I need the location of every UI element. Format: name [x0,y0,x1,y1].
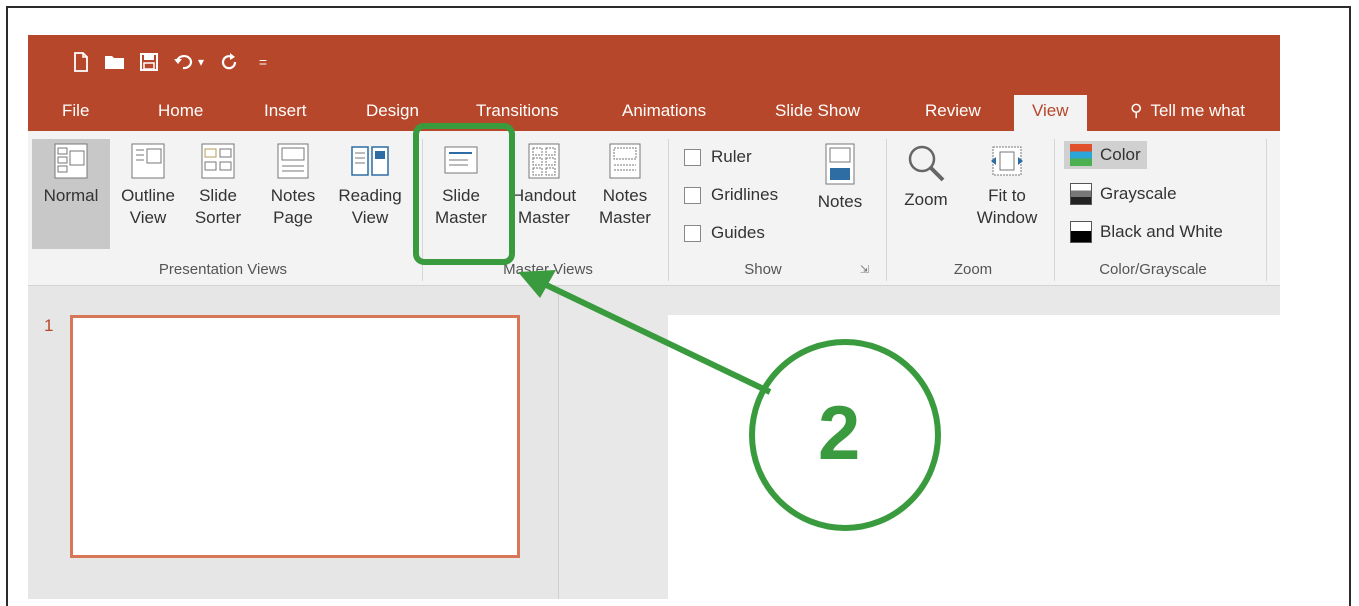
group-separator [886,139,887,281]
new-file-icon[interactable] [64,47,98,77]
tab-insert[interactable]: Insert [264,101,307,121]
black-and-white-label: Black and White [1100,222,1223,241]
master-views-label: Master Views [503,261,593,278]
notes-master-label-2: Master [599,208,651,227]
title-bar: ▾ = [28,35,1280,91]
show-dialog-launcher-icon[interactable]: ⇲ [860,263,869,276]
slide-sorter-button[interactable]: Slide Sorter [188,143,248,229]
guides-checkbox[interactable]: Guides [684,223,765,243]
tab-design[interactable]: Design [366,101,419,121]
tab-view[interactable]: View [1014,95,1087,131]
group-separator [1054,139,1055,281]
tab-animations[interactable]: Animations [622,101,706,121]
quick-access-toolbar: ▾ = [64,47,280,77]
zoom-label: Zoom [904,190,948,209]
guides-checkbox-box[interactable] [684,224,701,242]
black-white-swatch-icon [1070,221,1092,243]
presentation-views-label: Presentation Views [158,261,288,278]
handout-master-label-2: Master [518,208,570,227]
outline-view-icon [131,143,165,179]
gridlines-checkbox[interactable]: Gridlines [684,185,778,205]
group-separator [1266,139,1267,281]
undo-icon[interactable]: ▾ [166,47,212,77]
annotation-step-number: 2 [818,391,861,476]
ribbon-view: Normal Outline View Slide Sorter Notes P… [28,131,1280,286]
outline-view-button[interactable]: Outline View [114,143,182,229]
reading-view-icon [351,146,389,176]
notes-button[interactable]: Notes [810,143,870,213]
notes-label: Notes [817,192,863,211]
tab-review[interactable]: Review [925,101,981,121]
fit-to-window-icon [991,146,1023,176]
reading-view-button[interactable]: Reading View [332,143,408,229]
tab-slide-show[interactable]: Slide Show [775,101,860,121]
normal-view-button[interactable]: Normal [32,139,110,249]
guides-label: Guides [711,223,765,242]
slide-sorter-label-2: Sorter [194,208,242,227]
tab-transitions[interactable]: Transitions [476,101,559,121]
slide-sorter-icon [201,143,235,179]
fit-label-1: Fit to [988,186,1026,205]
group-separator [668,139,669,281]
show-label: Show [744,261,782,278]
ruler-label: Ruler [711,147,752,166]
powerpoint-window: ▾ = File Home Insert Design Transitions … [28,35,1280,599]
save-icon[interactable] [132,47,166,77]
slide-number: 1 [44,316,54,335]
notes-page-icon [277,143,309,179]
ribbon-tabs: File Home Insert Design Transitions Anim… [28,91,1280,131]
notes-page-label-2: Page [273,208,313,227]
notes-icon [825,143,855,185]
grayscale-option[interactable]: Grayscale [1070,183,1177,205]
undo-dropdown-icon[interactable]: ▾ [198,55,204,69]
slide-master-label-1: Slide [442,186,480,205]
gridlines-checkbox-box[interactable] [684,186,701,204]
slide-thumbnail-pane: 1 [28,286,559,599]
notes-master-icon [609,143,641,179]
slide-thumbnail[interactable] [70,315,520,558]
tell-me-text: Tell me what [1150,101,1245,120]
handout-master-label-1: Handout [511,186,577,205]
grayscale-label: Grayscale [1100,184,1177,203]
outline-label-2: View [129,208,167,227]
color-swatch-icon [1070,144,1092,166]
slide-master-icon [444,146,478,174]
reading-view-label-2: View [351,208,389,227]
group-separator [422,139,423,281]
open-folder-icon[interactable] [98,47,132,77]
lightbulb-icon: ⚲ [1130,101,1143,120]
notes-page-button[interactable]: Notes Page [262,143,324,229]
zoom-group-label: Zoom [953,261,993,278]
ruler-checkbox-box[interactable] [684,148,701,166]
redo-icon[interactable] [212,47,246,77]
color-label: Color [1100,145,1141,164]
customize-qat-icon[interactable]: = [246,47,280,77]
notes-master-button[interactable]: Notes Master [592,143,658,229]
slide-master-label-2: Master [435,208,487,227]
fit-label-2: Window [976,208,1038,227]
reading-view-label-1: Reading [338,186,402,205]
handout-master-icon [528,143,560,179]
ruler-checkbox[interactable]: Ruler [684,147,752,167]
tab-file[interactable]: File [62,101,89,121]
gridlines-label: Gridlines [711,185,779,204]
color-option[interactable]: Color [1064,141,1147,169]
color-grayscale-label: Color/Grayscale [1099,261,1207,278]
normal-view-icon [54,143,88,179]
grayscale-swatch-icon [1070,183,1092,205]
normal-label: Normal [43,186,99,205]
fit-to-window-button[interactable]: Fit to Window [966,143,1048,229]
slide-sorter-label-1: Slide [199,186,237,205]
zoom-button[interactable]: Zoom [894,143,958,211]
black-and-white-option[interactable]: Black and White [1070,221,1223,243]
slide-master-button[interactable]: Slide Master [430,143,492,229]
magnifier-icon [908,145,945,182]
tab-home[interactable]: Home [158,101,203,121]
handout-master-button[interactable]: Handout Master [508,143,580,229]
notes-master-label-1: Notes [602,186,648,205]
notes-page-label-1: Notes [270,186,316,205]
tell-me-box[interactable]: ⚲ Tell me what [1130,101,1245,121]
slide-canvas[interactable] [668,315,1280,599]
outline-label-1: Outline [121,186,175,205]
